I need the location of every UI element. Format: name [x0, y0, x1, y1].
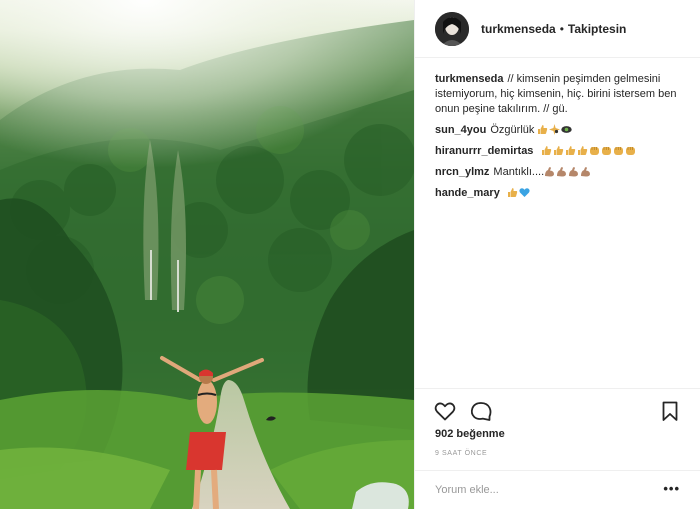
comment-text: Mantıklı.... [493, 166, 545, 178]
add-comment-section: ••• [415, 470, 700, 509]
fist-icon [613, 145, 624, 156]
list-item: sun_4you Özgürlük [435, 123, 680, 138]
header-separator: • [559, 21, 564, 36]
blue-heart-icon [519, 187, 530, 198]
post-photo[interactable] [0, 0, 414, 509]
list-item: hande_mary [435, 186, 680, 201]
comment-username[interactable]: nrcn_ylmz [435, 166, 489, 178]
thumbs-up-icon [565, 145, 576, 156]
header-username[interactable]: turkmenseda [481, 22, 556, 36]
sparkle-bird-icon [549, 124, 561, 135]
likes-count[interactable]: 902 beğenme [435, 428, 505, 440]
comment-username[interactable]: hiranurrr_demirtas [435, 145, 533, 157]
post-timestamp: 9 SAAT ÖNCE [435, 450, 488, 457]
post-actions [415, 388, 700, 430]
thumbs-up-icon [537, 124, 548, 135]
comment-input[interactable] [435, 484, 635, 496]
post-detail-panel: turkmenseda • Takiptesin turkmenseda// kim… [414, 0, 700, 509]
fist-icon [589, 145, 600, 156]
bookmark-icon[interactable] [658, 399, 682, 423]
flexed-biceps-icon [544, 166, 555, 177]
fist-icon [625, 145, 636, 156]
comment-icon[interactable] [469, 399, 493, 423]
list-item: nrcn_ylmz Mantıklı.... [435, 165, 680, 180]
post-header: turkmenseda • Takiptesin [415, 0, 700, 58]
comment-username[interactable]: sun_4you [435, 124, 486, 136]
thumbs-up-icon [553, 145, 564, 156]
flexed-biceps-icon [568, 166, 579, 177]
comment-text: Özgürlük [490, 124, 535, 136]
post-caption: turkmenseda// kimsenin peşimden gelmesin… [435, 72, 680, 117]
heart-icon[interactable] [433, 399, 457, 423]
forest-path-photo [0, 0, 414, 509]
fist-icon [601, 145, 612, 156]
more-options-button[interactable]: ••• [663, 482, 680, 495]
flexed-biceps-icon [580, 166, 591, 177]
thumbs-up-icon [507, 187, 518, 198]
list-item: hiranurrr_demirtas [435, 144, 680, 159]
header-text: turkmenseda • Takiptesin [481, 22, 626, 36]
avatar[interactable] [435, 11, 469, 46]
thumbs-up-icon [541, 145, 552, 156]
caption-username[interactable]: turkmenseda [435, 73, 503, 85]
thumbs-up-icon [577, 145, 588, 156]
flexed-biceps-icon [556, 166, 567, 177]
eye-face-icon [561, 124, 573, 135]
comment-username[interactable]: hande_mary [435, 187, 500, 199]
profile-photo-icon [435, 11, 469, 46]
follow-status[interactable]: Takiptesin [568, 22, 626, 36]
comments-list: turkmenseda// kimsenin peşimden gelmesin… [415, 58, 700, 388]
